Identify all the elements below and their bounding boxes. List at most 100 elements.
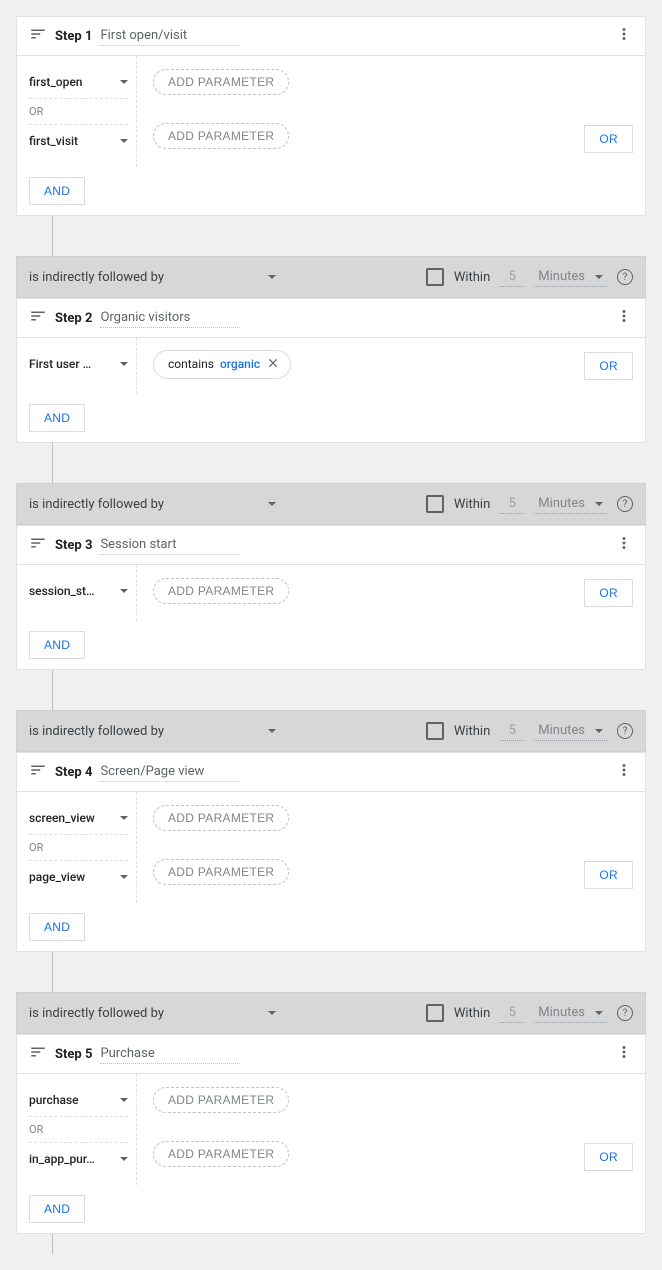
step-name-input[interactable]: Screen/Page view — [100, 762, 240, 782]
step-card: Step 3Session start session_st… ADD PARAME… — [16, 525, 646, 670]
step-header: Step 1First open/visit — [17, 17, 645, 56]
step-menu-icon[interactable] — [615, 534, 633, 556]
chevron-down-icon[interactable] — [120, 362, 128, 366]
step-name-input[interactable]: Organic visitors — [100, 308, 240, 328]
event-selector[interactable]: page_view — [29, 863, 128, 891]
within-unit-select[interactable]: Minutes — [534, 494, 607, 514]
sort-icon[interactable] — [29, 307, 55, 329]
help-icon[interactable]: ? — [617, 496, 633, 512]
chevron-down-icon[interactable] — [268, 502, 276, 506]
event-name: screen_view — [29, 811, 95, 825]
chevron-down-icon[interactable] — [595, 275, 603, 279]
event-name: session_st… — [29, 584, 95, 598]
step-body: screen_view OR page_view ADD PARAMETER ADD P… — [17, 792, 645, 903]
connector-line — [52, 972, 53, 992]
or-text: OR — [29, 101, 128, 122]
within-number-input[interactable]: 5 — [500, 1003, 524, 1023]
chevron-down-icon[interactable] — [120, 589, 128, 593]
or-text: OR — [29, 1119, 128, 1140]
within-unit-select[interactable]: Minutes — [534, 721, 607, 741]
chevron-down-icon[interactable] — [595, 1011, 603, 1015]
step-name-input[interactable]: Session start — [100, 535, 240, 555]
add-parameter-button[interactable]: ADD PARAMETER — [153, 805, 289, 831]
connector-line — [52, 463, 53, 483]
and-button[interactable]: AND — [29, 177, 85, 205]
param-val: organic — [220, 357, 260, 371]
chevron-down-icon[interactable] — [120, 1157, 128, 1161]
sort-icon[interactable] — [29, 534, 55, 556]
sort-icon[interactable] — [29, 1043, 55, 1065]
event-name: in_app_pur… — [29, 1152, 95, 1166]
step-menu-icon[interactable] — [615, 761, 633, 783]
event-selector[interactable]: first_open — [29, 68, 128, 96]
within-unit-select[interactable]: Minutes — [534, 1003, 607, 1023]
param-op: contains — [168, 357, 214, 371]
step-name-input[interactable]: First open/visit — [100, 26, 240, 46]
within-group: Within5Minutes? — [426, 721, 633, 741]
event-selector[interactable]: purchase — [29, 1086, 128, 1114]
help-icon[interactable]: ? — [617, 269, 633, 285]
step-menu-icon[interactable] — [615, 307, 633, 329]
param-row: ADD PARAMETER — [153, 1140, 633, 1168]
within-checkbox[interactable] — [426, 1004, 444, 1022]
event-selector[interactable]: in_app_pur… — [29, 1145, 128, 1173]
param-row: contains organic — [153, 350, 633, 378]
chevron-down-icon[interactable] — [595, 729, 603, 733]
within-checkbox[interactable] — [426, 722, 444, 740]
followed-by-bar: is indirectly followed byWithin5Minutes? — [16, 483, 646, 525]
event-selector[interactable]: screen_view — [29, 804, 128, 832]
chevron-down-icon[interactable] — [120, 80, 128, 84]
followed-by-select[interactable]: is indirectly followed by — [29, 1006, 276, 1021]
chevron-down-icon[interactable] — [120, 875, 128, 879]
followed-by-select[interactable]: is indirectly followed by — [29, 724, 276, 739]
step-menu-icon[interactable] — [615, 25, 633, 47]
sort-icon[interactable] — [29, 761, 55, 783]
step-label: Step 5 — [55, 1047, 92, 1062]
within-number-input[interactable]: 5 — [500, 494, 524, 514]
chevron-down-icon[interactable] — [120, 1098, 128, 1102]
and-button[interactable]: AND — [29, 631, 85, 659]
step-body: purchase OR in_app_pur… ADD PARAMETER ADD PA… — [17, 1074, 645, 1185]
event-selector[interactable]: First user … — [29, 350, 128, 378]
and-button[interactable]: AND — [29, 404, 85, 432]
and-button[interactable]: AND — [29, 1195, 85, 1223]
help-icon[interactable]: ? — [617, 723, 633, 739]
param-chip[interactable]: contains organic — [153, 350, 291, 379]
step-header: Step 3Session start — [17, 526, 645, 565]
step-menu-icon[interactable] — [615, 1043, 633, 1065]
chevron-down-icon[interactable] — [120, 139, 128, 143]
event-selector[interactable]: session_st… — [29, 577, 128, 605]
or-button[interactable]: OR — [584, 1143, 633, 1171]
chevron-down-icon[interactable] — [268, 1011, 276, 1015]
or-button[interactable]: OR — [584, 861, 633, 889]
followed-by-select[interactable]: is indirectly followed by — [29, 497, 276, 512]
add-parameter-button[interactable]: ADD PARAMETER — [153, 578, 289, 604]
add-parameter-button[interactable]: ADD PARAMETER — [153, 1141, 289, 1167]
followed-by-bar: is indirectly followed byWithin5Minutes? — [16, 710, 646, 752]
within-checkbox[interactable] — [426, 268, 444, 286]
within-number-input[interactable]: 5 — [500, 721, 524, 741]
help-icon[interactable]: ? — [617, 1005, 633, 1021]
close-icon[interactable] — [266, 356, 280, 373]
or-button[interactable]: OR — [584, 125, 633, 153]
chevron-down-icon[interactable] — [268, 275, 276, 279]
event-selector[interactable]: first_visit — [29, 127, 128, 155]
and-button[interactable]: AND — [29, 913, 85, 941]
within-checkbox[interactable] — [426, 495, 444, 513]
add-parameter-button[interactable]: ADD PARAMETER — [153, 1087, 289, 1113]
add-parameter-button[interactable]: ADD PARAMETER — [153, 859, 289, 885]
or-button[interactable]: OR — [584, 579, 633, 607]
add-parameter-button[interactable]: ADD PARAMETER — [153, 123, 289, 149]
or-button[interactable]: OR — [584, 352, 633, 380]
add-parameter-button[interactable]: ADD PARAMETER — [153, 69, 289, 95]
step-name-input[interactable]: Purchase — [100, 1044, 240, 1064]
within-unit-select[interactable]: Minutes — [534, 267, 607, 287]
event-name: first_visit — [29, 134, 78, 148]
followed-by-select[interactable]: is indirectly followed by — [29, 270, 276, 285]
chevron-down-icon[interactable] — [268, 729, 276, 733]
chevron-down-icon[interactable] — [120, 816, 128, 820]
step-footer: AND — [17, 903, 645, 951]
within-number-input[interactable]: 5 — [500, 267, 524, 287]
sort-icon[interactable] — [29, 25, 55, 47]
chevron-down-icon[interactable] — [595, 502, 603, 506]
